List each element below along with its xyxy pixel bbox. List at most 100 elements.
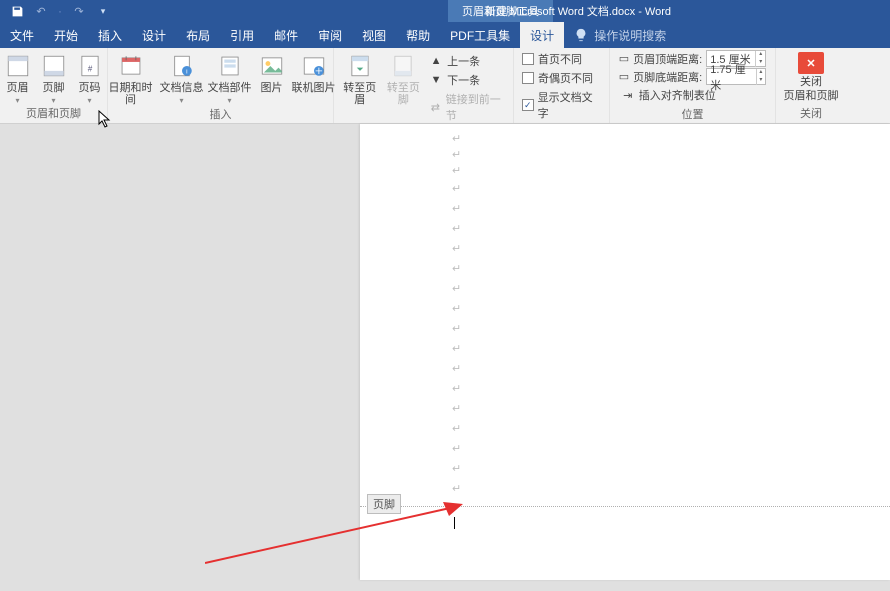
tab-home[interactable]: 开始 <box>44 22 88 48</box>
paragraph-mark-icon: ↵ <box>452 282 461 295</box>
mouse-cursor-icon <box>98 110 112 128</box>
online-picture-icon <box>300 52 328 80</box>
show-document-text-checkbox[interactable]: ✓ 显示文档文字 <box>520 88 603 122</box>
paragraph-mark-icon: ↵ <box>452 422 461 435</box>
tab-help[interactable]: 帮助 <box>396 22 440 48</box>
header-distance-icon: ▭ <box>619 52 629 65</box>
paragraph-mark-icon: ↵ <box>452 482 461 495</box>
footer-from-bottom-input[interactable]: 1.75 厘米 ▴▾ <box>706 68 766 85</box>
header-gallery-button[interactable]: 页眉 ▾ <box>0 50 36 105</box>
goto-footer-icon <box>389 52 417 80</box>
paragraph-mark-icon: ↵ <box>452 222 461 235</box>
chevron-down-icon: ▾ <box>227 96 231 105</box>
checkbox-icon <box>522 53 534 65</box>
paragraph-mark-icon: ↵ <box>452 242 461 255</box>
tab-view[interactable]: 视图 <box>352 22 396 48</box>
previous-section-button[interactable]: ▲ 上一条 <box>427 52 507 70</box>
arrow-down-icon: ▼ <box>429 73 443 87</box>
tab-design[interactable]: 设计 <box>132 22 176 48</box>
footer-gallery-button[interactable]: 页脚 ▾ <box>36 50 72 105</box>
document-workspace: ↵ ↵ ↵ ↵ ↵ ↵ ↵ ↵ ↵ ↵ ↵ ↵ ↵ ↵ ↵ ↵ ↵ ↵ ↵ 页脚 <box>0 124 890 591</box>
spinner-buttons[interactable]: ▴▾ <box>756 69 766 85</box>
chevron-down-icon: ▾ <box>87 96 91 105</box>
tab-insert[interactable]: 插入 <box>88 22 132 48</box>
group-label-headerfooter: 页眉和页脚 <box>26 105 81 123</box>
window-title: 新建 Microsoft Word 文档.docx - Word <box>485 0 671 22</box>
group-label-insert: 插入 <box>210 106 232 124</box>
group-label-close: 关闭 <box>800 105 822 123</box>
paragraph-mark-icon: ↵ <box>452 202 461 215</box>
paragraph-mark-icon: ↵ <box>452 302 461 315</box>
close-x-icon: ✕ <box>798 52 824 74</box>
different-first-page-checkbox[interactable]: 首页不同 <box>520 50 603 68</box>
goto-footer-button: 转至页脚 <box>382 50 426 106</box>
page-number-button[interactable]: # 页码 ▾ <box>72 50 108 105</box>
tell-me-search[interactable]: 操作说明搜索 <box>564 22 676 48</box>
svg-text:i: i <box>186 68 187 75</box>
lightbulb-icon <box>574 28 588 42</box>
goto-header-button[interactable]: 转至页眉 <box>338 50 382 106</box>
paragraph-mark-icon: ↵ <box>452 462 461 475</box>
paragraph-mark-icon: ↵ <box>452 342 461 355</box>
checkbox-checked-icon: ✓ <box>522 99 534 111</box>
page-number-icon: # <box>76 52 104 80</box>
chevron-down-icon: ▾ <box>51 96 55 105</box>
footer-distance-icon: ▭ <box>619 70 629 83</box>
undo-icon[interactable]: ↶ <box>34 4 48 18</box>
quick-parts-button[interactable]: 文档部件 ▾ <box>206 50 254 105</box>
close-header-footer-button[interactable]: ✕ 关闭 页眉和页脚 <box>780 50 842 102</box>
arrow-up-icon: ▲ <box>429 54 443 68</box>
goto-header-icon <box>346 52 374 80</box>
footer-separator <box>360 506 890 507</box>
qat-customize-caret[interactable]: ▾ <box>96 4 110 18</box>
paragraph-mark-icon: ↵ <box>452 322 461 335</box>
paragraph-mark-icon: ↵ <box>452 442 461 455</box>
chevron-down-icon: ▾ <box>179 96 183 105</box>
tab-file[interactable]: 文件 <box>0 22 44 48</box>
paragraph-mark-icon: ↵ <box>452 362 461 375</box>
paragraph-mark-icon: ↵ <box>452 382 461 395</box>
paragraph-mark-icon: ↵ <box>452 182 461 195</box>
link-to-previous-button: ⇄ 链接到前一节 <box>427 90 507 124</box>
align-tab-icon: ⇥ <box>621 88 635 102</box>
group-label-position: 位置 <box>682 106 704 124</box>
checkbox-icon <box>522 72 534 84</box>
picture-icon <box>258 52 286 80</box>
footer-from-bottom-label: 页脚底端距离: <box>633 69 702 85</box>
qat-separator: · <box>58 4 62 18</box>
different-odd-even-checkbox[interactable]: 奇偶页不同 <box>520 69 603 87</box>
tab-headerfooter-design[interactable]: 设计 <box>520 22 564 48</box>
chevron-down-icon: ▾ <box>15 96 19 105</box>
tell-me-label: 操作说明搜索 <box>594 27 666 44</box>
footer-region-tag: 页脚 <box>367 494 401 514</box>
calendar-icon <box>117 52 145 80</box>
document-page[interactable]: ↵ ↵ ↵ ↵ ↵ ↵ ↵ ↵ ↵ ↵ ↵ ↵ ↵ ↵ ↵ ↵ ↵ ↵ ↵ 页脚 <box>360 124 890 580</box>
paragraph-mark-icon: ↵ <box>452 164 461 177</box>
header-from-top-label: 页眉顶端距离: <box>633 51 702 67</box>
document-info-button[interactable]: i 文档信息 ▾ <box>158 50 206 105</box>
tab-layout[interactable]: 布局 <box>176 22 220 48</box>
paragraph-mark-icon: ↵ <box>452 132 461 145</box>
quick-parts-icon <box>216 52 244 80</box>
save-icon[interactable] <box>10 4 24 18</box>
link-icon: ⇄ <box>429 100 442 114</box>
next-section-button[interactable]: ▼ 下一条 <box>427 71 507 89</box>
redo-icon[interactable]: ↷ <box>72 4 86 18</box>
online-pictures-button[interactable]: 联机图片 <box>290 50 338 94</box>
tab-review[interactable]: 审阅 <box>308 22 352 48</box>
date-time-button[interactable]: 日期和时间 <box>104 50 158 106</box>
tab-pdf-tools[interactable]: PDF工具集 <box>440 22 520 48</box>
spinner-buttons[interactable]: ▴▾ <box>755 51 765 67</box>
doc-info-icon: i <box>168 52 196 80</box>
footer-icon <box>40 52 68 80</box>
paragraph-mark-icon: ↵ <box>452 402 461 415</box>
header-icon <box>4 52 32 80</box>
footer-from-bottom-row: ▭ 页脚底端距离: 1.75 厘米 ▴▾ <box>619 68 766 85</box>
svg-text:#: # <box>87 65 92 74</box>
tab-mailings[interactable]: 邮件 <box>264 22 308 48</box>
tab-references[interactable]: 引用 <box>220 22 264 48</box>
text-cursor <box>454 517 455 529</box>
insert-alignment-tab-button[interactable]: ⇥ 插入对齐制表位 <box>619 86 766 104</box>
paragraph-mark-icon: ↵ <box>452 148 461 161</box>
pictures-button[interactable]: 图片 <box>254 50 290 94</box>
